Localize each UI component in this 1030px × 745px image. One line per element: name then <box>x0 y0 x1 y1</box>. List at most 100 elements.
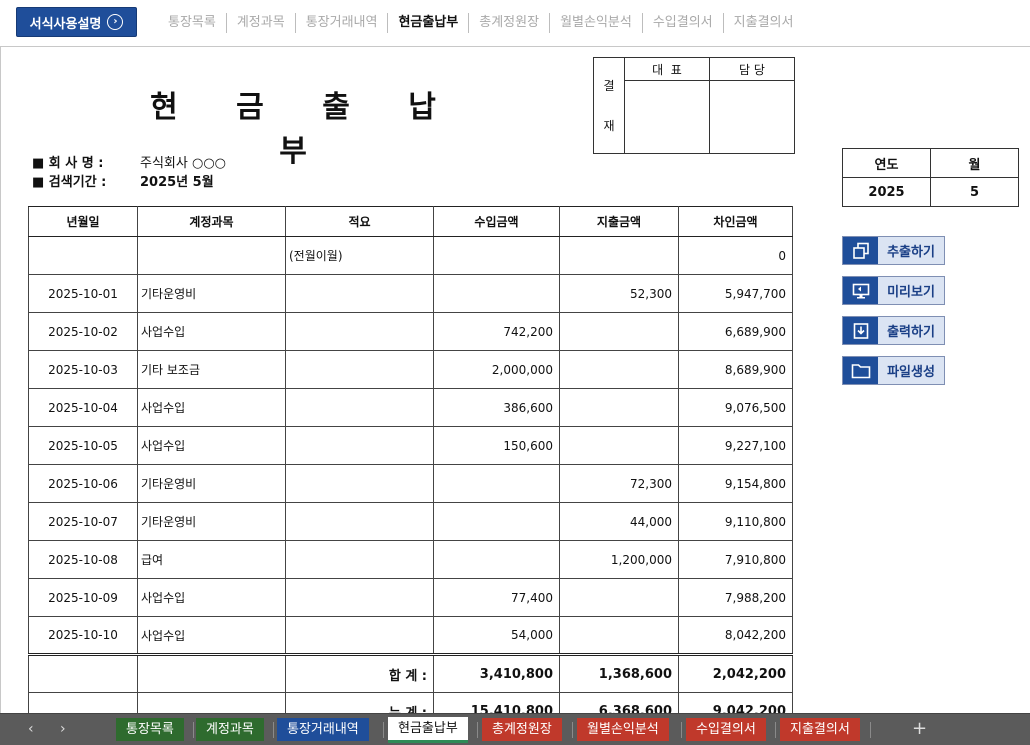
sheet-tab-bar: ‹ › 통장목록 계정과목 통장거래내역 현금출납부 총계정원장 월별손익분석 … <box>0 713 1030 745</box>
row-expense[interactable] <box>559 388 679 427</box>
sheet-tab-income-resolution[interactable]: 수입결의서 <box>686 718 766 741</box>
row-date[interactable]: 2025-10-08 <box>28 540 138 579</box>
row-memo[interactable] <box>285 502 434 541</box>
row-account[interactable]: 사업수입 <box>137 616 286 655</box>
nav-item-account-list[interactable]: 통장목록 <box>158 13 226 33</box>
row-memo[interactable] <box>285 312 434 351</box>
sheet-tab-monthly-pnl[interactable]: 월별손익분석 <box>577 718 669 741</box>
row-account[interactable]: 급여 <box>137 540 286 579</box>
row-income[interactable]: 2,000,000 <box>433 350 560 389</box>
row-memo[interactable] <box>285 388 434 427</box>
row-income[interactable]: 77,400 <box>433 578 560 617</box>
sheet-tab-general-ledger[interactable]: 총계정원장 <box>482 718 562 741</box>
approval-sign-manager[interactable] <box>709 80 795 154</box>
row-income[interactable] <box>433 540 560 579</box>
row-balance[interactable]: 5,947,700 <box>678 274 793 313</box>
row-balance[interactable]: 8,689,900 <box>678 350 793 389</box>
row-income[interactable]: 742,200 <box>433 312 560 351</box>
carry-over-memo[interactable]: (전월이월) <box>285 236 434 275</box>
row-account[interactable]: 사업수입 <box>137 312 286 351</box>
row-date[interactable]: 2025-10-10 <box>28 616 138 655</box>
cell[interactable] <box>433 236 560 275</box>
row-expense[interactable]: 72,300 <box>559 464 679 503</box>
row-balance[interactable]: 7,910,800 <box>678 540 793 579</box>
row-income[interactable]: 150,600 <box>433 426 560 465</box>
cell[interactable] <box>559 236 679 275</box>
year-input[interactable]: 2025 <box>842 177 931 207</box>
nav-item-expense-resolution[interactable]: 지출결의서 <box>722 13 804 33</box>
row-balance[interactable]: 6,689,900 <box>678 312 793 351</box>
row-expense[interactable]: 52,300 <box>559 274 679 313</box>
row-income[interactable] <box>433 464 560 503</box>
create-file-button[interactable]: 파일생성 <box>842 356 945 385</box>
row-account[interactable]: 기타운영비 <box>137 464 286 503</box>
row-expense[interactable] <box>559 616 679 655</box>
row-balance[interactable]: 9,110,800 <box>678 502 793 541</box>
row-account[interactable]: 사업수입 <box>137 388 286 427</box>
row-balance[interactable]: 9,076,500 <box>678 388 793 427</box>
download-icon <box>843 317 878 344</box>
row-date[interactable]: 2025-10-06 <box>28 464 138 503</box>
row-expense[interactable] <box>559 350 679 389</box>
prev-sheet-arrow-icon[interactable]: ‹ <box>28 721 34 737</box>
row-account[interactable]: 기타운영비 <box>137 502 286 541</box>
next-sheet-arrow-icon[interactable]: › <box>60 721 66 737</box>
nav-item-account-subjects[interactable]: 계정과목 <box>225 13 295 33</box>
row-income[interactable] <box>433 274 560 313</box>
print-button[interactable]: 출력하기 <box>842 316 945 345</box>
row-account[interactable]: 사업수입 <box>137 426 286 465</box>
row-expense[interactable] <box>559 426 679 465</box>
nav-item-cash-book[interactable]: 현금출납부 <box>387 13 468 33</box>
row-income[interactable] <box>433 502 560 541</box>
row-income[interactable]: 54,000 <box>433 616 560 655</box>
preview-button[interactable]: 미리보기 <box>842 276 945 305</box>
row-balance[interactable]: 9,227,100 <box>678 426 793 465</box>
row-date[interactable]: 2025-10-03 <box>28 350 138 389</box>
sheet-tab-cash-book-active[interactable]: 현금출납부 <box>388 717 468 743</box>
row-balance[interactable]: 7,988,200 <box>678 578 793 617</box>
row-expense[interactable] <box>559 312 679 351</box>
row-account[interactable]: 기타 보조금 <box>137 350 286 389</box>
row-memo[interactable] <box>285 616 434 655</box>
row-memo[interactable] <box>285 426 434 465</box>
month-input[interactable]: 5 <box>930 177 1019 207</box>
row-memo[interactable] <box>285 578 434 617</box>
nav-item-income-resolution[interactable]: 수입결의서 <box>641 13 723 33</box>
nav-item-bank-transactions[interactable]: 통장거래내역 <box>294 13 388 33</box>
row-memo[interactable] <box>285 274 434 313</box>
usage-guide-button[interactable]: 서식사용설명 › <box>16 7 137 37</box>
table-row: 2025-10-03 기타 보조금 2,000,000 8,689,900 <box>28 350 793 389</box>
row-date[interactable]: 2025-10-05 <box>28 426 138 465</box>
row-memo[interactable] <box>285 464 434 503</box>
row-account[interactable]: 사업수입 <box>137 578 286 617</box>
table-row: 2025-10-04 사업수입 386,600 9,076,500 <box>28 388 793 427</box>
approval-sign-ceo[interactable] <box>624 80 710 154</box>
row-date[interactable]: 2025-10-07 <box>28 502 138 541</box>
sheet-tab-bank-transactions[interactable]: 통장거래내역 <box>277 718 369 741</box>
tab-separator <box>383 722 384 738</box>
sheet-tab-expense-resolution[interactable]: 지출결의서 <box>780 718 860 741</box>
row-memo[interactable] <box>285 350 434 389</box>
sheet-tab-account-subjects[interactable]: 계정과목 <box>196 718 264 741</box>
row-date[interactable]: 2025-10-09 <box>28 578 138 617</box>
nav-item-general-ledger[interactable]: 총계정원장 <box>468 13 549 33</box>
row-date[interactable]: 2025-10-04 <box>28 388 138 427</box>
cell[interactable] <box>28 236 138 275</box>
extract-button[interactable]: 추출하기 <box>842 236 945 265</box>
row-date[interactable]: 2025-10-02 <box>28 312 138 351</box>
nav-item-monthly-pnl[interactable]: 월별손익분석 <box>549 13 642 33</box>
row-income[interactable]: 386,600 <box>433 388 560 427</box>
approval-side-label: 결 재 <box>593 57 625 154</box>
add-sheet-plus-icon[interactable]: + <box>912 718 927 739</box>
row-balance[interactable]: 8,042,200 <box>678 616 793 655</box>
row-expense[interactable]: 1,200,000 <box>559 540 679 579</box>
carry-over-balance[interactable]: 0 <box>678 236 793 275</box>
row-memo[interactable] <box>285 540 434 579</box>
sheet-tab-account-list[interactable]: 통장목록 <box>116 718 184 741</box>
row-expense[interactable] <box>559 578 679 617</box>
row-expense[interactable]: 44,000 <box>559 502 679 541</box>
row-account[interactable]: 기타운영비 <box>137 274 286 313</box>
row-balance[interactable]: 9,154,800 <box>678 464 793 503</box>
cell[interactable] <box>137 236 286 275</box>
row-date[interactable]: 2025-10-01 <box>28 274 138 313</box>
